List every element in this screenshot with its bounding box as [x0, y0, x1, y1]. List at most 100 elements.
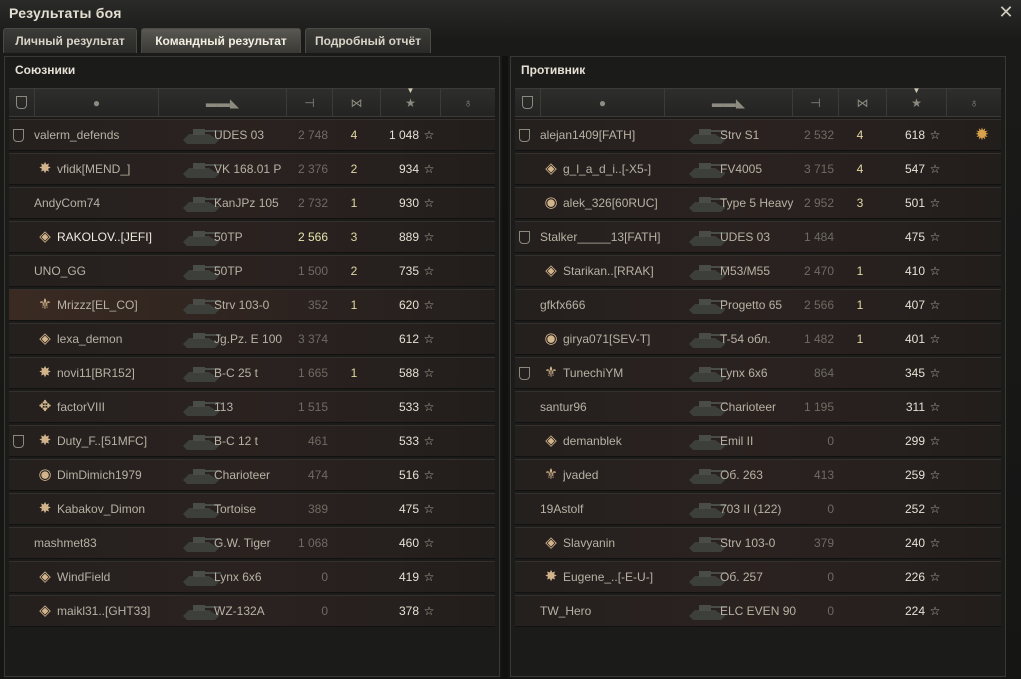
- experience-value: 612: [398, 332, 419, 346]
- tank-name: Progetto 65: [720, 298, 783, 312]
- player-row[interactable]: ✸ Kabakov_Dimon Tortoise 389 475 ☆: [9, 493, 495, 525]
- star-icon: ☆: [423, 264, 435, 278]
- damage-value: 0: [827, 570, 834, 584]
- close-icon[interactable]: ✕: [996, 2, 1016, 22]
- squad-cell: [13, 324, 27, 354]
- kills-icon[interactable]: ⋈: [839, 89, 887, 116]
- damage-value: 2 566: [297, 230, 328, 244]
- player-row[interactable]: ◉ DimDimich1979 Charioteer 474 516 ☆: [9, 459, 495, 491]
- star-icon: ☆: [929, 570, 941, 584]
- player-row[interactable]: santur96 Charioteer 1 195 311 ☆: [515, 391, 1001, 423]
- tank-name: UDES 03: [214, 128, 265, 142]
- player-row[interactable]: mashmet83 G.W. Tiger 1 068 460 ☆: [9, 527, 495, 559]
- damage-value: 0: [321, 570, 328, 584]
- player-row[interactable]: ⚜ TunechiYM Lynx 6x6 864 345 ☆: [515, 357, 1001, 389]
- tank-name: Strv 103-0: [720, 536, 776, 550]
- star-icon: ☆: [929, 502, 941, 516]
- player-row[interactable]: ✸ novi11[BR152] B-C 25 t1 665 1 588 ☆: [9, 357, 495, 389]
- star-icon: ☆: [929, 264, 941, 278]
- squad-badge-shape: [519, 367, 530, 380]
- player-row[interactable]: ◈ demanblek Emil II 0 299 ☆: [515, 425, 1001, 457]
- player-row[interactable]: ◈ RAKOLOV..[JEFI] 50TP 2 566 3 889 ☆: [9, 221, 495, 253]
- player-row[interactable]: ◈ g_l_a_d_i..[-X5-] FV4005 3 715 4 547 ☆: [515, 153, 1001, 185]
- kills-value: [845, 528, 875, 558]
- player-row[interactable]: valerm_defends UDES 03 2 748 4 1 048 ☆: [9, 119, 495, 151]
- tab-personal-result[interactable]: Личный результат: [3, 28, 137, 53]
- experience-star-icon[interactable]: ▼ ★: [381, 86, 441, 116]
- medal-icon[interactable]: ♁: [947, 89, 1001, 116]
- damage-value: 1 515: [297, 400, 328, 414]
- squad-cell: [519, 460, 533, 490]
- player-row[interactable]: gfkfx666 Progetto 65 2 566 1 407 ☆: [515, 289, 1001, 321]
- damage-icon[interactable]: ⊣: [287, 89, 333, 116]
- kills-value: [339, 324, 369, 354]
- player-row[interactable]: alejan1409[FATH] Strv S1 2 532 4 618 ☆ ✹: [515, 119, 1001, 151]
- player-badge-icon: ◈: [545, 534, 557, 551]
- squad-cell: [519, 392, 533, 422]
- experience-value: 735: [398, 264, 419, 278]
- star-icon: ☆: [929, 230, 941, 244]
- damage-value: 0: [827, 604, 834, 618]
- experience-star-icon[interactable]: ▼ ★: [887, 86, 947, 116]
- kills-value: [845, 494, 875, 524]
- player-row[interactable]: ◈ Starikan..[RRAK] M53/M55 2 470 1 410 ☆: [515, 255, 1001, 287]
- tank-name: WZ-132A: [214, 604, 265, 618]
- damage-value: 2 748: [297, 128, 328, 142]
- tank-name: Lynx 6x6: [214, 570, 262, 584]
- star-icon: ☆: [929, 536, 941, 550]
- damage-value: 474: [307, 468, 328, 482]
- tab-detailed-report[interactable]: Подробный отчёт: [305, 28, 431, 53]
- squad-icon[interactable]: [515, 89, 541, 116]
- kills-value: 2: [350, 264, 358, 278]
- kills-icon[interactable]: ⋈: [333, 89, 381, 116]
- title-bar: Результаты боя ✕: [0, 0, 1021, 28]
- player-row[interactable]: ◈ lexa_demon Jg.Pz. E 100 3 374 612 ☆: [9, 323, 495, 355]
- kills-value: 1: [350, 196, 358, 210]
- damage-value: 389: [307, 502, 328, 516]
- damage-icon[interactable]: ⊣: [793, 89, 839, 116]
- player-row[interactable]: ◈ Slavyanin Strv 103-0 379 240 ☆: [515, 527, 1001, 559]
- star-icon: ☆: [929, 468, 941, 482]
- medal-icon[interactable]: ✹: [970, 120, 994, 150]
- player-row[interactable]: Stalker_____13[FATH] UDES 03 1 484 475 ☆: [515, 221, 1001, 253]
- tank-name: Lynx 6x6: [720, 366, 768, 380]
- player-row[interactable]: ✸ Eugene_..[-E-U-] Об. 257 0 226 ☆: [515, 561, 1001, 593]
- tank-name: Jg.Pz. E 100: [214, 332, 283, 346]
- player-icon[interactable]: ●: [541, 89, 665, 116]
- medal-icon[interactable]: ♁: [441, 89, 495, 116]
- player-row[interactable]: ◉ girya071[SEV-T] T-54 обл. 1 482 1 401 ☆: [515, 323, 1001, 355]
- player-icon[interactable]: ●: [35, 89, 159, 116]
- player-row[interactable]: ✥ factorVIII 113 1 515 533 ☆: [9, 391, 495, 423]
- enemies-column-header: ● ▬▬◣ ⊣ ⋈ ▼ ★ ♁: [515, 86, 1001, 117]
- player-row[interactable]: ✸ vfidk[MEND_] VK 168.01 P2 376 2 934 ☆: [9, 153, 495, 185]
- player-row[interactable]: 19Astolf 703 II (122) 0 252 ☆: [515, 493, 1001, 525]
- experience-value: 533: [398, 400, 419, 414]
- tank-name: 113: [214, 400, 234, 414]
- kills-value: 4: [350, 128, 358, 142]
- player-row[interactable]: ⚜ jvaded Об. 263 413 259 ☆: [515, 459, 1001, 491]
- player-row[interactable]: ✸ Duty_F..[51MFC] B-C 12 t 461 533 ☆: [9, 425, 495, 457]
- tank-name: KanJPz 105: [214, 196, 279, 210]
- player-row[interactable]: UNO_GG 50TP 1 500 2 735 ☆: [9, 255, 495, 287]
- player-row[interactable]: ◈ WindField Lynx 6x6 0 419 ☆: [9, 561, 495, 593]
- tank-name: B-C 12 t: [214, 434, 259, 448]
- player-row[interactable]: AndyCom74 KanJPz 105 2 732 1 930 ☆: [9, 187, 495, 219]
- tank-icon[interactable]: ▬▬◣: [159, 89, 287, 116]
- kills-value: 4: [856, 162, 864, 176]
- experience-value: 401: [904, 332, 925, 346]
- squad-icon[interactable]: [9, 89, 35, 116]
- sort-arrow-icon: ▼: [406, 86, 415, 95]
- player-row[interactable]: ◉ alek_326[60RUC] Type 5 Heavy 2 952 3 501 ☆: [515, 187, 1001, 219]
- tab-team-result[interactable]: Командный результат: [141, 28, 301, 53]
- player-row[interactable]: TW_Hero ELC EVEN 90 0 224 ☆: [515, 595, 1001, 627]
- tank-icon[interactable]: ▬▬◣: [665, 89, 793, 116]
- player-row[interactable]: ⚜ Mrizzz[EL_CO] Strv 103-0 352 1 620 ☆: [9, 289, 495, 321]
- experience-value: 516: [398, 468, 419, 482]
- tank-name: Об. 257: [720, 570, 763, 584]
- squad-cell: [519, 494, 533, 524]
- squad-cell: [519, 596, 533, 626]
- player-row[interactable]: ◈ maikl31..[GHT33] WZ-132A 0 378 ☆: [9, 595, 495, 627]
- damage-value: 3 374: [297, 332, 328, 346]
- squad-cell: [13, 222, 27, 252]
- experience-value: 407: [904, 298, 925, 312]
